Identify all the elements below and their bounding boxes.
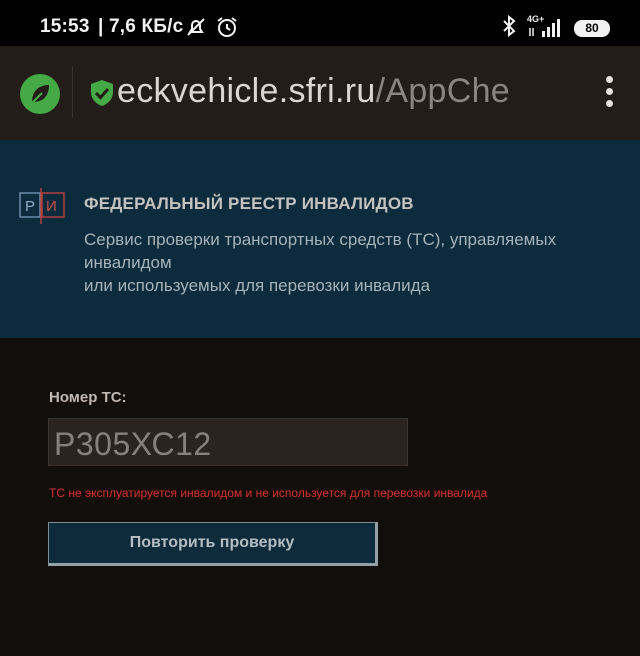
alarm-clock-icon — [215, 15, 239, 44]
retry-check-button[interactable]: Повторить проверку — [48, 522, 378, 566]
page-title: ФЕДЕРАЛЬНЫЙ РЕЕСТР ИНВАЛИДОВ — [84, 194, 414, 213]
url-path: /AppChe — [375, 72, 511, 110]
page-subtitle: Сервис проверки транспортных средств (ТС… — [84, 228, 629, 297]
signal-icon — [528, 18, 564, 43]
status-time: 15:53 — [40, 16, 90, 37]
plate-number-input[interactable] — [48, 418, 408, 466]
address-bar[interactable]: eckvehicle.sfri.ru/AppChe — [117, 72, 577, 118]
shield-check-icon[interactable] — [90, 79, 114, 112]
subtitle-line: или используемых для перевозки инвалида — [84, 276, 431, 295]
logo-letter-i: И — [46, 198, 57, 215]
battery-icon: 80 — [574, 20, 610, 37]
logo-letter-r: Р — [25, 198, 35, 215]
toolbar-divider — [72, 66, 73, 118]
bluetooth-icon — [500, 14, 518, 43]
battery-level: 80 — [585, 21, 599, 35]
subtitle-line: Сервис проверки транспортных средств (ТС… — [84, 230, 557, 249]
status-bar: 15:53 | 7,6 КБ/с 4G+ 80 — [0, 0, 640, 46]
registry-logo: Р И — [19, 188, 65, 224]
plate-number-label: Номер ТС: — [49, 389, 127, 406]
alarm-off-icon — [184, 15, 208, 44]
subtitle-line: инвалидом — [84, 253, 172, 272]
status-network-speed: | 7,6 КБ/с — [98, 16, 184, 37]
url-host: eckvehicle.sfri.ru — [117, 72, 376, 110]
leaf-icon[interactable] — [20, 74, 60, 114]
more-vert-icon[interactable] — [604, 76, 614, 110]
error-message: ТС не эксплуатируется инвалидом и не исп… — [49, 486, 488, 500]
